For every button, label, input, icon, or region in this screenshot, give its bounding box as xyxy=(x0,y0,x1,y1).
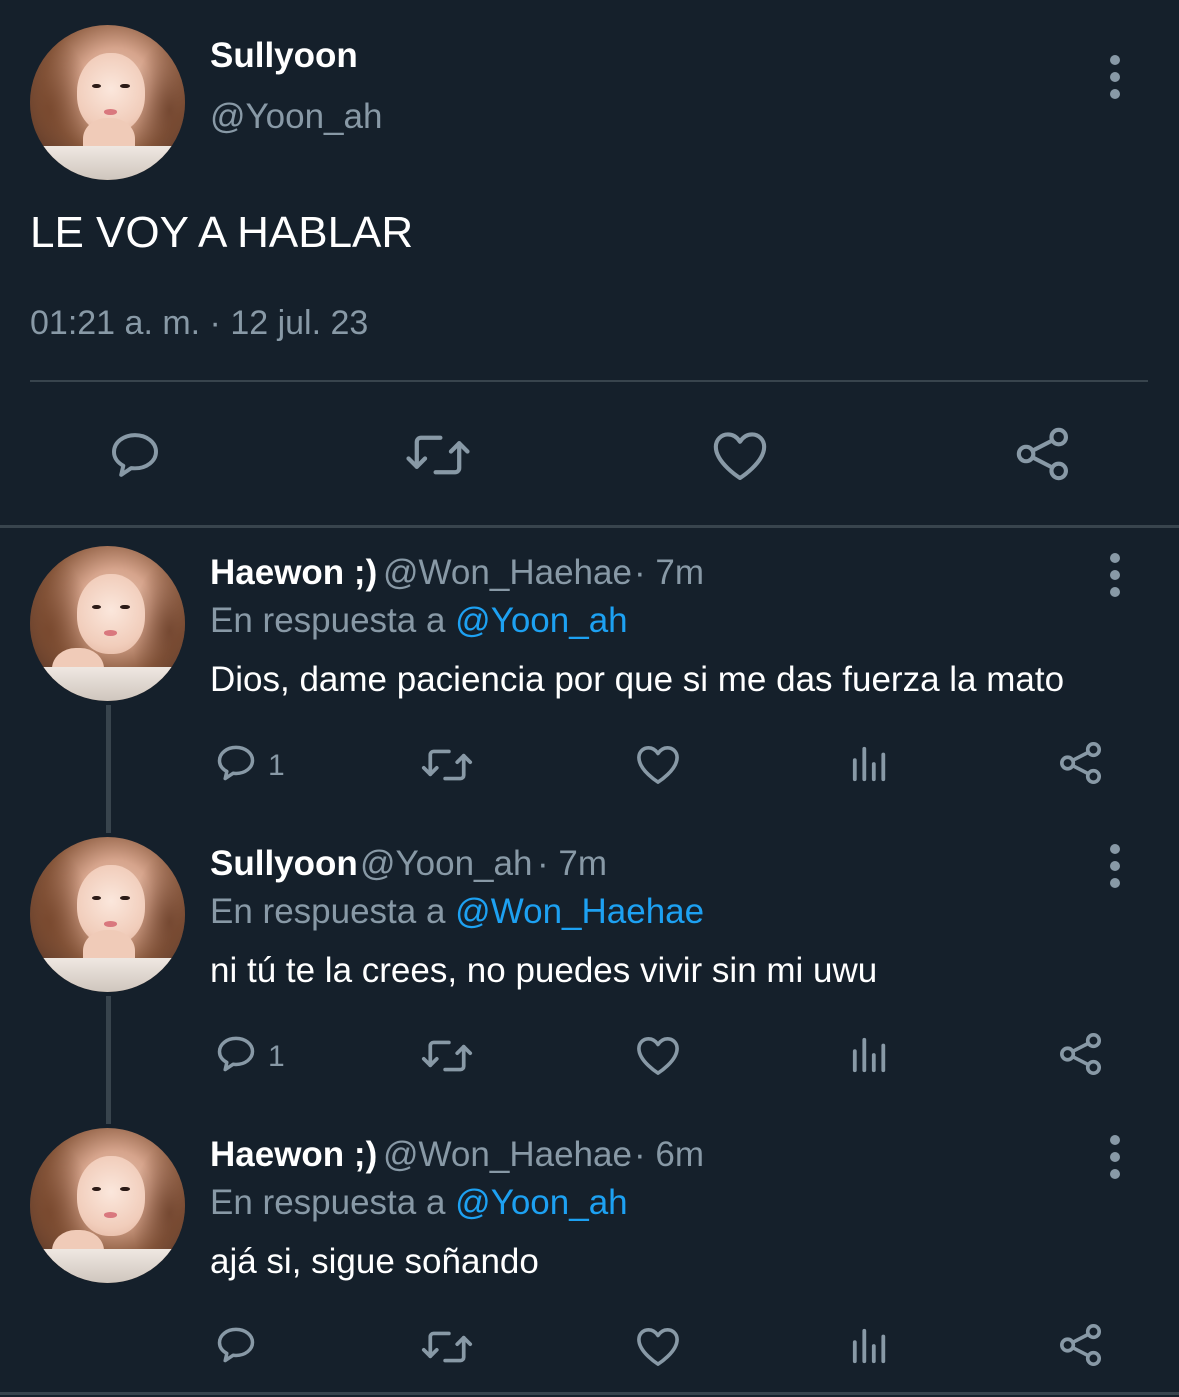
main-tweet-more-icon[interactable] xyxy=(1107,55,1123,99)
avatar-eye-right xyxy=(120,604,130,610)
avatar-lips xyxy=(103,1212,118,1218)
reply-context-prefix: En respuesta a xyxy=(210,892,446,931)
retweet-icon[interactable] xyxy=(421,1326,473,1368)
avatar-sweater xyxy=(30,1248,185,1283)
main-tweet-display-name[interactable]: Sullyoon xyxy=(210,36,358,76)
reply-icon[interactable] xyxy=(214,1323,258,1367)
thread-connector xyxy=(106,996,111,1124)
heart-icon[interactable] xyxy=(635,1325,681,1367)
reply-context-prefix: En respuesta a xyxy=(210,601,446,640)
reply-context: En respuesta a @Yoon_ah xyxy=(210,1183,628,1223)
reply-time[interactable]: · 6m xyxy=(634,1135,704,1175)
reply-handle[interactable]: @Won_Haehae xyxy=(383,1135,632,1175)
avatar-eye-right xyxy=(120,1186,130,1192)
reply-handle[interactable]: @Won_Haehae xyxy=(383,553,632,593)
reply-context: En respuesta a @Won_Haehae xyxy=(210,892,704,932)
heart-icon[interactable] xyxy=(635,1034,681,1076)
share-icon[interactable] xyxy=(1058,740,1104,786)
thread-connector xyxy=(106,705,111,833)
reply-context: En respuesta a @Yoon_ah xyxy=(210,601,628,641)
avatar-eye-left xyxy=(91,895,102,901)
reply-text: Dios, dame paciencia por que si me das f… xyxy=(210,660,1065,699)
section-divider xyxy=(0,525,1179,528)
reply-more-icon[interactable] xyxy=(1107,1135,1123,1179)
share-icon[interactable] xyxy=(1014,424,1072,484)
avatar-sullyoon[interactable] xyxy=(30,837,185,992)
avatar-haewon[interactable] xyxy=(30,1128,185,1283)
heart-icon[interactable] xyxy=(711,428,769,482)
main-tweet-timestamp[interactable]: 01:21 a. m. · 12 jul. 23 xyxy=(30,304,368,343)
retweet-icon[interactable] xyxy=(421,744,473,786)
reply-time[interactable]: · 7m xyxy=(537,844,607,884)
avatar-eye-left xyxy=(91,1186,102,1192)
avatar-eye-left xyxy=(91,83,102,89)
share-icon[interactable] xyxy=(1058,1031,1104,1077)
reply-text: ni tú te la crees, no puedes vivir sin m… xyxy=(210,951,878,990)
reply-context-mention[interactable]: @Won_Haehae xyxy=(455,892,704,931)
tweet-thread-screen: Sullyoon @Yoon_ah LE VOY A HABLAR 01:21 … xyxy=(0,0,1179,1397)
avatar-face xyxy=(76,573,145,655)
avatar-sweater xyxy=(30,957,185,992)
reply-display-name[interactable]: Haewon ;) xyxy=(210,553,377,593)
avatar-sweater xyxy=(30,145,185,180)
reply-display-name[interactable]: Sullyoon xyxy=(210,844,358,884)
bottom-divider xyxy=(0,1392,1179,1395)
reply-count: 1 xyxy=(268,749,285,782)
reply-text: ajá si, sigue soñando xyxy=(210,1242,539,1281)
reply-context-prefix: En respuesta a xyxy=(210,1183,446,1222)
avatar-haewon[interactable] xyxy=(30,546,185,701)
main-tweet-divider xyxy=(30,380,1148,382)
avatar-lips xyxy=(103,921,118,927)
avatar-eye-right xyxy=(120,83,130,89)
reply-icon[interactable] xyxy=(107,427,163,483)
avatar-lips xyxy=(103,630,118,636)
main-tweet-text: LE VOY A HABLAR xyxy=(30,208,414,257)
reply-display-name[interactable]: Haewon ;) xyxy=(210,1135,377,1175)
avatar-eye-right xyxy=(120,895,130,901)
avatar-lips xyxy=(103,109,118,115)
reply-context-mention[interactable]: @Yoon_ah xyxy=(455,601,627,640)
main-tweet-handle[interactable]: @Yoon_ah xyxy=(210,97,382,137)
reply-time[interactable]: · 7m xyxy=(634,553,704,593)
reply-icon[interactable] xyxy=(214,1032,258,1076)
analytics-icon[interactable] xyxy=(850,745,890,783)
analytics-icon[interactable] xyxy=(850,1036,890,1074)
analytics-icon[interactable] xyxy=(850,1327,890,1365)
avatar-sweater xyxy=(30,666,185,701)
heart-icon[interactable] xyxy=(635,743,681,785)
share-icon[interactable] xyxy=(1058,1322,1104,1368)
reply-more-icon[interactable] xyxy=(1107,844,1123,888)
reply-icon[interactable] xyxy=(214,741,258,785)
avatar-face xyxy=(76,1155,145,1237)
reply-context-mention[interactable]: @Yoon_ah xyxy=(455,1183,627,1222)
retweet-icon[interactable] xyxy=(421,1035,473,1077)
avatar-sullyoon[interactable] xyxy=(30,25,185,180)
reply-more-icon[interactable] xyxy=(1107,553,1123,597)
reply-count: 1 xyxy=(268,1040,285,1073)
avatar-eye-left xyxy=(91,604,102,610)
retweet-icon[interactable] xyxy=(405,428,471,482)
reply-handle[interactable]: @Yoon_ah xyxy=(360,844,532,884)
